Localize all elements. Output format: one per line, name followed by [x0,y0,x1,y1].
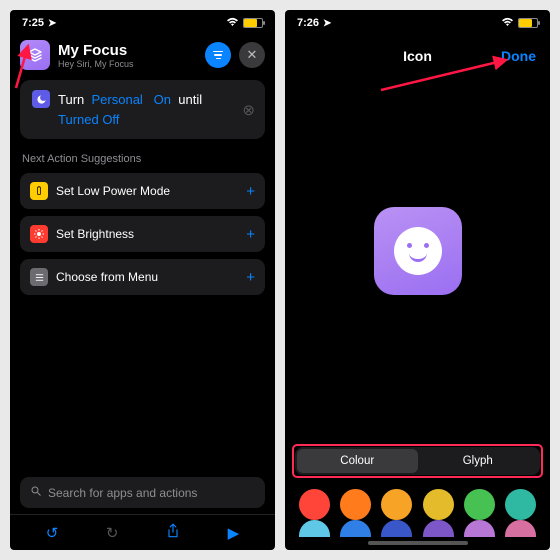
swatch-orange[interactable] [340,489,371,520]
search-input[interactable]: Search for apps and actions [20,477,265,508]
battery-icon [243,18,263,28]
redo-icon[interactable]: ↻ [106,524,119,542]
brightness-icon [30,225,48,243]
status-time: 7:26 [297,17,319,29]
moon-icon [32,90,50,108]
colour-palette [285,475,550,520]
card-close-icon[interactable]: ⊗ [242,101,255,119]
suggestion-brightness[interactable]: Set Brightness + [20,216,265,252]
close-button[interactable]: ✕ [239,42,265,68]
location-icon: ➤ [48,18,56,29]
location-icon: ➤ [323,18,331,29]
low-power-icon [30,182,48,200]
bottom-toolbar: ↺ ↻ ▶ [10,514,275,550]
phone-right: 7:26 ➤ Icon Done Colour Glyph [285,10,550,550]
search-icon [30,485,42,500]
close-icon: ✕ [247,47,258,63]
wifi-icon [226,17,239,30]
suggestion-menu[interactable]: Choose from Menu + [20,259,265,295]
swatch-blue[interactable] [340,520,371,537]
seg-colour[interactable]: Colour [297,449,418,473]
focus-app-icon[interactable] [20,40,50,70]
swatch-indigo[interactable] [381,520,412,537]
plus-icon: + [246,183,255,200]
plus-icon: + [246,226,255,243]
segmented-control[interactable]: Colour Glyph [295,447,540,475]
swatch-violet[interactable] [423,520,454,537]
status-bar: 7:26 ➤ [285,10,550,32]
icon-preview [285,74,550,447]
swatch-amber[interactable] [381,489,412,520]
filter-button[interactable] [205,42,231,68]
nav-bar: Icon Done [285,38,550,74]
nav-title: Icon [403,48,432,64]
swatch-pink[interactable] [505,520,536,537]
page-title: My Focus [58,42,197,59]
status-bar: 7:25 ➤ [10,10,275,32]
home-indicator [368,541,468,545]
icon-tile [374,207,462,295]
search-placeholder: Search for apps and actions [48,486,197,500]
smiley-icon [394,227,442,275]
swatch-teal[interactable] [505,489,536,520]
status-time: 7:25 [22,17,44,29]
section-label: Next Action Suggestions [22,153,263,165]
phone-left: 7:25 ➤ My Focus Hey Siri, My Focus ✕ [10,10,275,550]
colour-palette-row2 [285,520,550,537]
swatch-green[interactable] [464,489,495,520]
swatch-purple[interactable] [464,520,495,537]
swatch-yellow[interactable] [423,489,454,520]
seg-glyph[interactable]: Glyph [418,449,539,473]
action-text: Turn Personal On until Turned Off [58,90,202,129]
focus-action-card[interactable]: Turn Personal On until Turned Off ⊗ [20,80,265,139]
swatch-cyan[interactable] [299,520,330,537]
share-icon[interactable] [166,523,180,543]
page-subtitle: Hey Siri, My Focus [58,59,197,69]
wifi-icon [501,17,514,30]
play-icon[interactable]: ▶ [228,524,240,542]
done-button[interactable]: Done [501,48,536,64]
plus-icon: + [246,269,255,286]
undo-icon[interactable]: ↺ [46,524,59,542]
battery-icon [518,18,538,28]
swatch-red[interactable] [299,489,330,520]
menu-icon [30,268,48,286]
header: My Focus Hey Siri, My Focus ✕ [20,40,265,70]
filter-icon [213,51,223,60]
suggestion-low-power[interactable]: Set Low Power Mode + [20,173,265,209]
